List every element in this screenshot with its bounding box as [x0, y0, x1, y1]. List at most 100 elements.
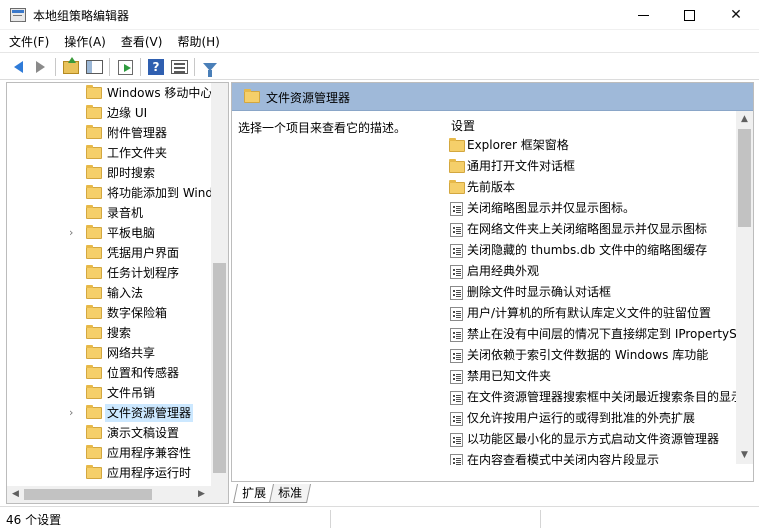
tree-item[interactable]: 演示文稿设置 [7, 423, 212, 443]
tree-item-label: 平板电脑 [107, 226, 156, 240]
setting-label: 禁用已知文件夹 [467, 369, 552, 383]
menu-help[interactable]: 帮助(H) [177, 33, 219, 50]
minimize-button[interactable] [620, 0, 666, 30]
tree-item-label: 网络共享 [107, 346, 156, 360]
filter-button[interactable] [200, 57, 220, 77]
settings-vertical-scrollbar[interactable]: ▲ ▼ [736, 111, 753, 464]
tree-item[interactable]: 边缘 UI [7, 103, 212, 123]
folder-icon [86, 285, 102, 299]
tree-item-label: 任务计划程序 [107, 266, 180, 280]
toolbar-separator [140, 58, 141, 76]
tree-item[interactable]: › 文件资源管理器 [7, 403, 212, 423]
tree-item[interactable]: 凭据用户界面 [7, 243, 212, 263]
tree-item-label: 文件资源管理器 [105, 404, 194, 422]
policy-setting-item[interactable]: 在文件资源管理器搜索框中关闭最近搜索条目的显示 [446, 387, 736, 408]
tree-item[interactable]: 输入法 [7, 283, 212, 303]
tree-item-label: 数字保险箱 [107, 306, 168, 320]
details-pane: 文件资源管理器 选择一个项目来查看它的描述。 设置 Explorer 框架窗格通… [231, 82, 754, 482]
tree-item[interactable]: 位置和传感器 [7, 363, 212, 383]
settings-folder-item[interactable]: 先前版本 [446, 177, 736, 198]
tree-item[interactable]: 搜索 [7, 323, 212, 343]
setting-label: Explorer 框架窗格 [467, 138, 569, 152]
up-one-level-button[interactable] [61, 56, 81, 77]
scroll-down-arrow-icon[interactable]: ▼ [736, 447, 753, 464]
settings-folder-item[interactable]: 通用打开文件对话框 [446, 156, 736, 177]
tree-item[interactable]: 应用程序兼容性 [7, 443, 212, 463]
setting-label: 删除文件时显示确认对话框 [467, 285, 612, 299]
menu-view[interactable]: 查看(V) [121, 33, 163, 50]
expand-chevron-icon[interactable]: › [69, 407, 81, 419]
folder-icon [86, 105, 102, 119]
tree-item[interactable]: 网络共享 [7, 343, 212, 363]
tree-horizontal-scrollbar[interactable]: ◀ ▶ [7, 486, 228, 503]
tree-vertical-scrollbar[interactable] [211, 83, 228, 486]
export-list-icon [117, 59, 133, 75]
tree-pane[interactable]: Windows 移动中心 边缘 UI 附件管理器 工作文件夹 即时搜索将功能添加到 Wi… [6, 82, 229, 504]
tree-item-label: 位置和传感器 [107, 366, 180, 380]
tab-standard[interactable]: 标准 [268, 484, 312, 503]
back-button[interactable] [8, 57, 28, 77]
tree-item[interactable]: 应用程序运行时 [7, 463, 212, 483]
setting-label: 以功能区最小化的显示方式启动文件资源管理器 [467, 432, 720, 446]
settings-column-header[interactable]: 设置 [451, 117, 475, 134]
export-list-button[interactable] [115, 57, 135, 77]
tree-item[interactable]: 即时搜索 [7, 163, 212, 183]
policy-setting-item[interactable]: 关闭缩略图显示并仅显示图标。 [446, 198, 736, 219]
policy-setting-item[interactable]: 仅允许按用户运行的或得到批准的外壳扩展 [446, 408, 736, 429]
folder-icon [86, 85, 102, 99]
tree-item[interactable]: › 平板电脑 [7, 223, 212, 243]
policy-setting-icon [450, 307, 463, 321]
policy-setting-item[interactable]: 禁止在没有中间层的情况下直接绑定到 IPropertySetStorage [446, 324, 736, 345]
tree-item[interactable]: 文件吊销 [7, 383, 212, 403]
tree-item[interactable]: 附件管理器 [7, 123, 212, 143]
folder-icon [86, 345, 102, 359]
maximize-button[interactable] [666, 0, 712, 30]
tree-item[interactable]: Windows 移动中心 [7, 83, 212, 103]
policy-setting-item[interactable]: 禁用已知文件夹 [446, 366, 736, 387]
tree-vertical-scroll-thumb[interactable] [213, 263, 226, 473]
tree-item-label: 将功能添加到 Windows 10 [107, 186, 212, 200]
policy-setting-item[interactable]: 关闭依赖于索引文件数据的 Windows 库功能 [446, 345, 736, 366]
scroll-left-arrow-icon[interactable]: ◀ [7, 486, 24, 503]
setting-label: 在网络文件夹上关闭缩略图显示并仅显示图标 [467, 222, 708, 236]
tree-item[interactable]: 任务计划程序 [7, 263, 212, 283]
policy-setting-item[interactable]: 用户/计算机的所有默认库定义文件的驻留位置 [446, 303, 736, 324]
show-hide-tree-button[interactable] [84, 57, 104, 77]
tree-item[interactable]: 工作文件夹 [7, 143, 212, 163]
back-arrow-icon [13, 61, 23, 73]
policy-setting-item[interactable]: 关闭隐藏的 thumbs.db 文件中的缩略图缓存 [446, 240, 736, 261]
close-icon: ✕ [730, 7, 742, 23]
help-button[interactable]: ? [146, 57, 166, 77]
policy-setting-icon [450, 454, 463, 465]
scroll-right-arrow-icon[interactable]: ▶ [193, 486, 210, 503]
policy-setting-item[interactable]: 在内容查看模式中关闭内容片段显示 [446, 450, 736, 465]
settings-vertical-scroll-thumb[interactable] [738, 129, 751, 227]
folder-icon [244, 89, 260, 103]
expand-chevron-icon[interactable]: › [69, 227, 81, 239]
properties-view-button[interactable] [169, 57, 189, 77]
policy-setting-icon [450, 328, 463, 342]
tree-item[interactable]: 数字保险箱 [7, 303, 212, 323]
menu-file[interactable]: 文件(F) [9, 33, 49, 50]
policy-setting-icon [450, 391, 463, 405]
close-button[interactable]: ✕ [713, 0, 759, 30]
folder-icon [86, 185, 102, 199]
setting-label: 关闭隐藏的 thumbs.db 文件中的缩略图缓存 [467, 243, 708, 257]
setting-label: 启用经典外观 [467, 264, 540, 278]
policy-setting-item[interactable]: 删除文件时显示确认对话框 [446, 282, 736, 303]
menu-action[interactable]: 操作(A) [64, 33, 106, 50]
settings-folder-item[interactable]: Explorer 框架窗格 [446, 135, 736, 156]
tree-item-label: 应用程序运行时 [107, 466, 192, 480]
details-header: 文件资源管理器 [232, 83, 753, 111]
tree-horizontal-scroll-thumb[interactable] [24, 489, 152, 500]
scroll-up-arrow-icon[interactable]: ▲ [736, 111, 753, 128]
tree-item[interactable]: 将功能添加到 Windows 10 [7, 183, 212, 203]
setting-label: 禁止在没有中间层的情况下直接绑定到 IPropertySetStorage [467, 327, 736, 341]
policy-setting-item[interactable]: 以功能区最小化的显示方式启动文件资源管理器 [446, 429, 736, 450]
tab-standard-label: 标准 [278, 486, 303, 500]
policy-setting-item[interactable]: 在网络文件夹上关闭缩略图显示并仅显示图标 [446, 219, 736, 240]
tree-item[interactable]: 录音机 [7, 203, 212, 223]
forward-button[interactable] [30, 57, 50, 77]
folder-icon [86, 125, 102, 139]
policy-setting-item[interactable]: 启用经典外观 [446, 261, 736, 282]
